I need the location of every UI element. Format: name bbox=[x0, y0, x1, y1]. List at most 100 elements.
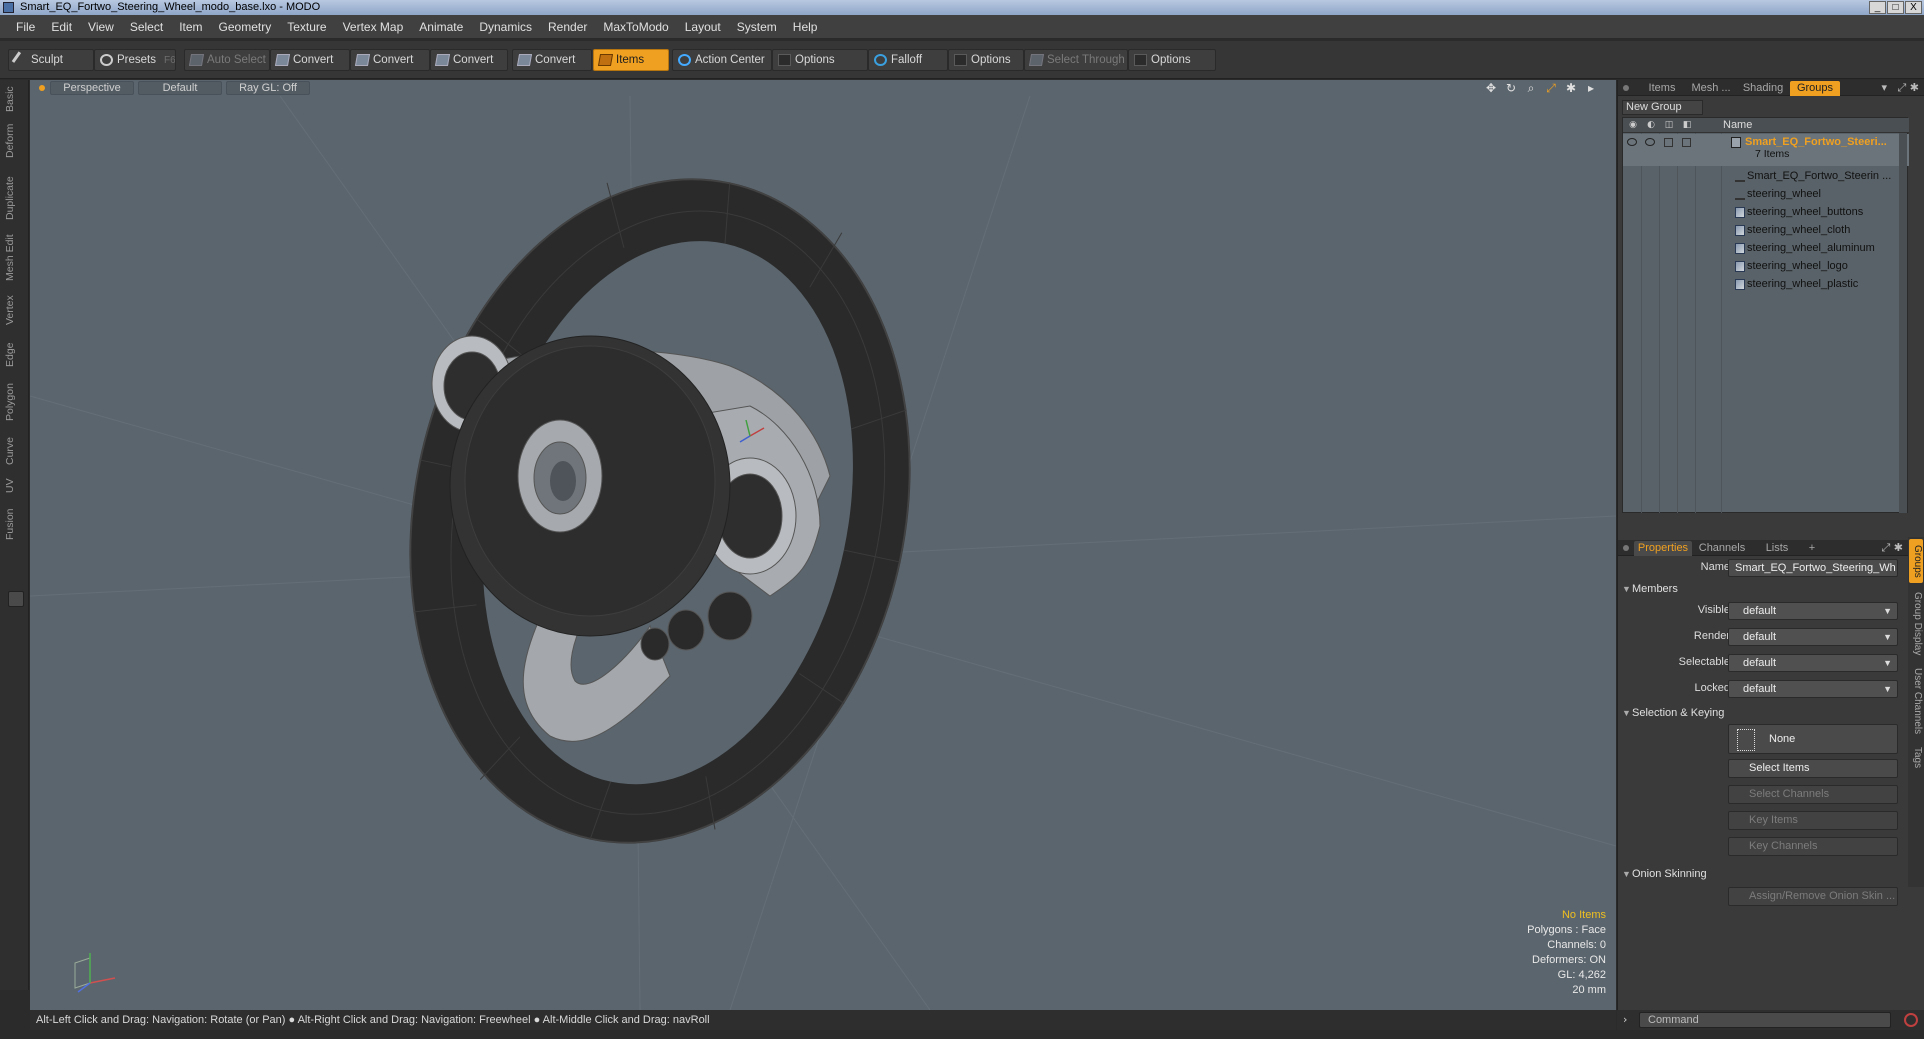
tab-uv[interactable]: UV bbox=[4, 474, 24, 498]
selectable-select[interactable]: default ▼ bbox=[1728, 654, 1898, 672]
lock-col-icon[interactable]: ◧ bbox=[1679, 118, 1695, 133]
visibility-col-icon[interactable]: ◉ bbox=[1625, 118, 1641, 133]
presets-button[interactable]: Presets F6 bbox=[94, 49, 176, 71]
tab-items[interactable]: Items bbox=[1640, 81, 1684, 96]
selectable-row: Selectable default ▼ bbox=[1618, 654, 1918, 672]
menu-edit[interactable]: Edit bbox=[43, 20, 80, 34]
panel-expand-icon[interactable]: ▾ ⤢ ✱ bbox=[1881, 81, 1919, 95]
select-through-options-button[interactable]: Options bbox=[1128, 49, 1216, 71]
list-item[interactable]: steering_wheel_aluminum bbox=[1623, 240, 1909, 258]
menu-item[interactable]: Item bbox=[171, 20, 210, 34]
tab-fusion[interactable]: Fusion bbox=[4, 504, 24, 544]
key-items-button[interactable]: Key Items bbox=[1728, 811, 1898, 830]
tab-vertex[interactable]: Vertex bbox=[4, 290, 24, 330]
menu-dynamics[interactable]: Dynamics bbox=[471, 20, 540, 34]
menu-help[interactable]: Help bbox=[785, 20, 826, 34]
falloff-button[interactable]: Falloff bbox=[868, 49, 948, 71]
lock-toggle[interactable] bbox=[1682, 138, 1691, 147]
render-icon[interactable] bbox=[1645, 138, 1655, 146]
key-channels-button[interactable]: Key Channels bbox=[1728, 837, 1898, 856]
sculpt-button[interactable]: Sculpt bbox=[8, 49, 94, 71]
tab-groups[interactable]: Groups bbox=[1790, 81, 1840, 96]
render-select[interactable]: default ▼ bbox=[1728, 628, 1898, 646]
tab-tags[interactable]: Tags bbox=[1909, 743, 1923, 773]
auto-select-button[interactable]: Auto Select bbox=[184, 49, 270, 71]
tab-duplicate[interactable]: Duplicate bbox=[4, 172, 24, 224]
convert-polygon-button[interactable]: Convert bbox=[430, 49, 508, 71]
menu-geometry[interactable]: Geometry bbox=[211, 20, 280, 34]
action-center-button[interactable]: Action Center bbox=[672, 49, 772, 71]
shading-dropdown[interactable]: Default bbox=[138, 81, 222, 95]
tab-edge[interactable]: Edge bbox=[4, 338, 24, 372]
onion-skinning-section[interactable]: ▼Onion Skinning bbox=[1622, 866, 1918, 882]
pan-icon[interactable]: ✥ bbox=[1484, 81, 1498, 95]
3d-viewport[interactable]: Perspective Default Ray GL: Off ✥ ↻ ⌕ ⤢ … bbox=[30, 80, 1616, 1010]
visibility-icon[interactable] bbox=[1627, 138, 1637, 146]
panel-toggle-icon[interactable] bbox=[8, 591, 24, 607]
menu-texture[interactable]: Texture bbox=[279, 20, 334, 34]
list-item[interactable]: Smart_EQ_Fortwo_Steerin ... bbox=[1623, 168, 1909, 186]
list-item[interactable]: steering_wheel_plastic bbox=[1623, 276, 1909, 294]
convert-vertex-button[interactable]: Convert bbox=[270, 49, 350, 71]
list-item[interactable]: steering_wheel_logo bbox=[1623, 258, 1909, 276]
tab-mesh[interactable]: Mesh ... bbox=[1686, 81, 1736, 96]
tab-group-display[interactable]: Group Display bbox=[1909, 589, 1923, 659]
list-item[interactable]: steering_wheel bbox=[1623, 186, 1909, 204]
record-icon[interactable] bbox=[1904, 1013, 1918, 1027]
fit-icon[interactable]: ⤢ bbox=[1544, 81, 1558, 95]
menu-select[interactable]: Select bbox=[122, 20, 171, 34]
group-row[interactable]: Smart_EQ_Fortwo_Steeri... 7 Items bbox=[1623, 134, 1909, 166]
locked-select[interactable]: default ▼ bbox=[1728, 680, 1898, 698]
assign-onion-skin-button[interactable]: Assign/Remove Onion Skin ... bbox=[1728, 887, 1898, 906]
panel-menu-icon[interactable] bbox=[1623, 85, 1629, 91]
menu-view[interactable]: View bbox=[80, 20, 122, 34]
viewport-menu-icon[interactable] bbox=[39, 85, 45, 91]
list-item[interactable]: steering_wheel_cloth bbox=[1623, 222, 1909, 240]
menu-maxtomodo[interactable]: MaxToModo bbox=[595, 20, 676, 34]
none-button[interactable]: None bbox=[1728, 724, 1898, 754]
action-center-options-button[interactable]: Options bbox=[772, 49, 868, 71]
menu-file[interactable]: File bbox=[8, 20, 43, 34]
minimize-button[interactable]: _ bbox=[1869, 1, 1886, 14]
menu-layout[interactable]: Layout bbox=[677, 20, 729, 34]
members-section[interactable]: ▼Members bbox=[1622, 581, 1918, 597]
select-toggle[interactable] bbox=[1664, 138, 1673, 147]
select-col-icon[interactable]: ◫ bbox=[1661, 118, 1677, 133]
gear-icon[interactable]: ✱ bbox=[1564, 81, 1578, 95]
list-item[interactable]: steering_wheel_buttons bbox=[1623, 204, 1909, 222]
new-group-button[interactable]: New Group bbox=[1622, 100, 1703, 115]
items-mode-button[interactable]: Items bbox=[593, 49, 669, 71]
name-field[interactable]: Smart_EQ_Fortwo_Steering_Wh bbox=[1728, 559, 1898, 577]
expand-icon[interactable]: ▸ bbox=[1584, 81, 1598, 95]
tab-user-channels[interactable]: User Channels bbox=[1909, 665, 1923, 737]
tab-groups-vertical[interactable]: Groups bbox=[1909, 539, 1923, 583]
visible-select[interactable]: default ▼ bbox=[1728, 602, 1898, 620]
menu-vertex-map[interactable]: Vertex Map bbox=[335, 20, 412, 34]
view-type-dropdown[interactable]: Perspective bbox=[50, 81, 134, 95]
tab-mesh-edit[interactable]: Mesh Edit bbox=[4, 232, 24, 284]
tab-shading[interactable]: Shading bbox=[1738, 81, 1788, 96]
select-channels-button[interactable]: Select Channels bbox=[1728, 785, 1898, 804]
zoom-icon[interactable]: ⌕ bbox=[1524, 81, 1538, 95]
rotate-icon[interactable]: ↻ bbox=[1504, 81, 1518, 95]
tab-polygon[interactable]: Polygon bbox=[4, 378, 24, 426]
convert-edge-button[interactable]: Convert bbox=[350, 49, 430, 71]
raygl-toggle[interactable]: Ray GL: Off bbox=[226, 81, 310, 95]
command-input[interactable]: Command bbox=[1639, 1012, 1891, 1028]
tab-curve[interactable]: Curve bbox=[4, 432, 24, 470]
falloff-options-button[interactable]: Options bbox=[948, 49, 1024, 71]
close-button[interactable]: X bbox=[1905, 1, 1922, 14]
select-through-button[interactable]: Select Through bbox=[1024, 49, 1128, 71]
render-col-icon[interactable]: ◐ bbox=[1643, 118, 1659, 133]
convert-material-button[interactable]: Convert bbox=[512, 49, 592, 71]
maximize-button[interactable]: □ bbox=[1887, 1, 1904, 14]
menu-system[interactable]: System bbox=[729, 20, 785, 34]
menu-animate[interactable]: Animate bbox=[411, 20, 471, 34]
select-items-button[interactable]: Select Items bbox=[1728, 759, 1898, 778]
tab-deform[interactable]: Deform bbox=[4, 120, 24, 162]
tab-basic[interactable]: Basic bbox=[4, 82, 24, 116]
list-scrollbar[interactable] bbox=[1899, 133, 1907, 513]
selection-keying-section[interactable]: ▼Selection & Keying bbox=[1622, 705, 1918, 721]
menu-render[interactable]: Render bbox=[540, 20, 595, 34]
name-column-header[interactable]: Name bbox=[1723, 118, 1752, 133]
